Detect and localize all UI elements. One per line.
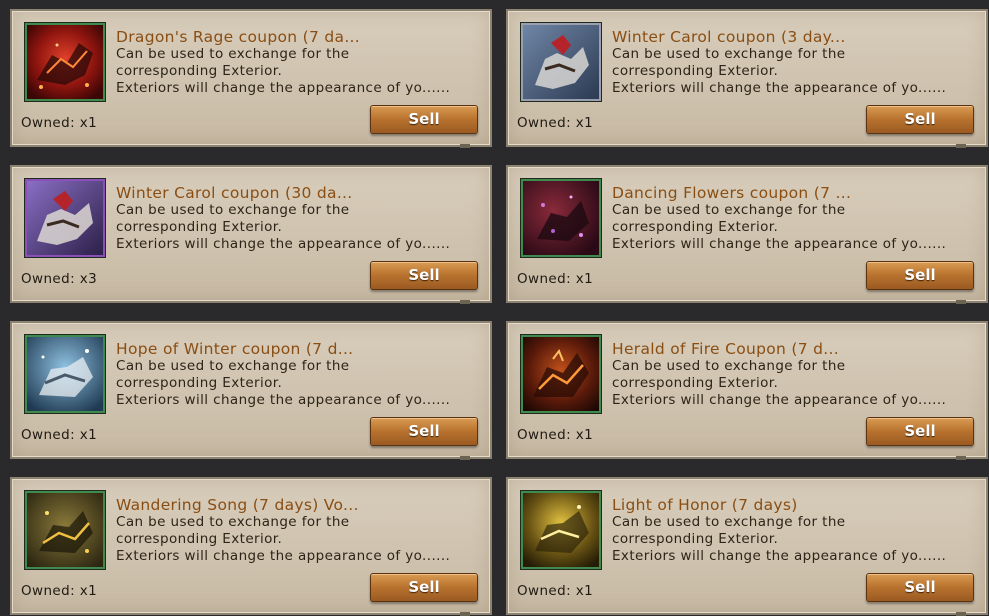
hope-of-winter-mount-icon <box>25 335 105 413</box>
dancing-flowers-mount-icon <box>521 179 601 257</box>
herald-of-fire-mount-icon <box>521 335 601 413</box>
winter-carol-mount-icon <box>25 179 105 257</box>
owned-count: Owned: x1 <box>21 583 98 599</box>
owned-count: Owned: x1 <box>517 427 594 443</box>
coupon-item-grid: Dragon's Rage coupon (7 da... Can be use… <box>0 0 989 616</box>
coupon-description: Can be used to exchange for the correspo… <box>612 202 947 252</box>
owned-count: Owned: x1 <box>517 115 594 131</box>
light-of-honor-mount-icon <box>521 491 601 569</box>
sell-button[interactable]: Sell <box>370 105 478 134</box>
coupon-title: Winter Carol coupon (30 da... <box>116 184 353 202</box>
coupon-title: Light of Honor (7 days) <box>612 496 798 514</box>
coupon-description: Can be used to exchange for the correspo… <box>612 358 947 408</box>
wandering-song-mount-icon <box>25 491 105 569</box>
coupon-title: Wandering Song (7 days) Vo... <box>116 496 359 514</box>
coupon-card: Dragon's Rage coupon (7 da... Can be use… <box>10 9 492 148</box>
owned-count: Owned: x1 <box>517 583 594 599</box>
coupon-title: Hope of Winter coupon (7 d... <box>116 340 354 358</box>
coupon-description: Can be used to exchange for the correspo… <box>116 358 451 408</box>
coupon-description: Can be used to exchange for the correspo… <box>612 514 947 564</box>
coupon-card: Wandering Song (7 days) Vo... Can be use… <box>10 477 492 616</box>
coupon-card: Hope of Winter coupon (7 d... Can be use… <box>10 321 492 460</box>
sell-button[interactable]: Sell <box>370 261 478 290</box>
coupon-card: Light of Honor (7 days) Can be used to e… <box>506 477 988 616</box>
sell-button[interactable]: Sell <box>866 261 974 290</box>
owned-count: Owned: x1 <box>21 115 98 131</box>
winter-carol-mount-icon <box>521 23 601 101</box>
owned-count: Owned: x1 <box>517 271 594 287</box>
coupon-card: Winter Carol coupon (3 day... Can be use… <box>506 9 988 148</box>
coupon-card: Winter Carol coupon (30 da... Can be use… <box>10 165 492 304</box>
coupon-description: Can be used to exchange for the correspo… <box>116 202 451 252</box>
coupon-card: Dancing Flowers coupon (7 ... Can be use… <box>506 165 988 304</box>
coupon-title: Winter Carol coupon (3 day... <box>612 28 846 46</box>
sell-button[interactable]: Sell <box>866 105 974 134</box>
coupon-title: Dragon's Rage coupon (7 da... <box>116 28 360 46</box>
owned-count: Owned: x1 <box>21 427 98 443</box>
coupon-title: Dancing Flowers coupon (7 ... <box>612 184 852 202</box>
coupon-card: Herald of Fire Coupon (7 d... Can be use… <box>506 321 988 460</box>
dragons-rage-mount-icon <box>25 23 105 101</box>
coupon-description: Can be used to exchange for the correspo… <box>116 514 451 564</box>
coupon-description: Can be used to exchange for the correspo… <box>116 46 451 96</box>
owned-count: Owned: x3 <box>21 271 98 287</box>
coupon-description: Can be used to exchange for the correspo… <box>612 46 947 96</box>
sell-button[interactable]: Sell <box>370 417 478 446</box>
coupon-title: Herald of Fire Coupon (7 d... <box>612 340 839 358</box>
sell-button[interactable]: Sell <box>866 417 974 446</box>
